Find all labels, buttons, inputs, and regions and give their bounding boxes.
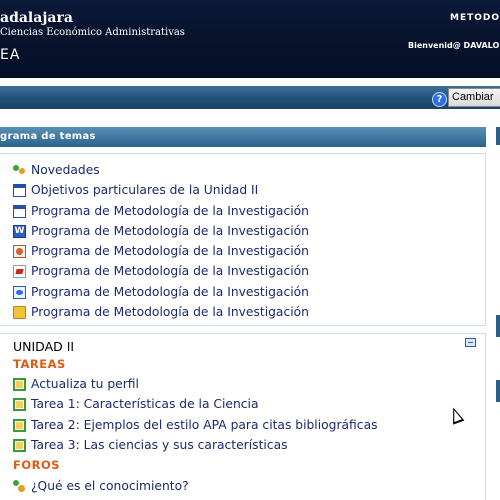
- right-block-header: [496, 380, 500, 402]
- list-item[interactable]: Tarea 1: Características de la Ciencia: [13, 394, 259, 414]
- item-label: Programa de Metodología de la Investigac…: [31, 285, 309, 299]
- item-label: Programa de Metodología de la Investigac…: [31, 224, 309, 238]
- window-icon: [13, 183, 26, 197]
- site-header: adalajara Ciencias Económico Administrat…: [0, 0, 500, 80]
- site-subtitle: Ciencias Económico Administrativas: [0, 27, 185, 38]
- item-label: Actualiza tu perfil: [31, 377, 139, 391]
- list-item[interactable]: Programa de Metodología de la Investigac…: [13, 201, 309, 221]
- navigation-bar: [0, 86, 500, 109]
- forum-users-icon: [13, 164, 26, 177]
- list-item[interactable]: Programa de Metodología de la Investigac…: [13, 261, 309, 281]
- powerpoint-icon: [13, 244, 26, 258]
- forums-label: FOROS: [13, 458, 61, 472]
- window-icon: [13, 204, 26, 218]
- list-item[interactable]: Programa de Metodología de la Investigac…: [13, 282, 309, 302]
- topics-block-header: grama de temas: [0, 127, 486, 147]
- list-item[interactable]: Programa de Metodología de la Investigac…: [13, 241, 309, 261]
- collapse-section-icon[interactable]: [465, 338, 476, 347]
- site-title: adalajara: [0, 10, 73, 26]
- item-label: Programa de Metodología de la Investigac…: [31, 204, 309, 218]
- question-circle-icon[interactable]: ?: [432, 92, 447, 107]
- word-doc-icon: W: [13, 224, 26, 238]
- assignment-icon: [13, 418, 26, 432]
- list-item[interactable]: Novedades: [13, 160, 100, 180]
- list-item[interactable]: W Programa de Metodología de la Investig…: [13, 221, 309, 241]
- item-label: Programa de Metodología de la Investigac…: [31, 305, 309, 319]
- list-item[interactable]: ¿Qué es el conocimiento?: [13, 476, 189, 496]
- topics-block-title: grama de temas: [0, 131, 96, 142]
- item-label: Tarea 1: Características de la Ciencia: [31, 397, 259, 411]
- folder-icon: [13, 305, 26, 319]
- welcome-text: Bienvenid@ DAVALO: [408, 41, 500, 50]
- assignment-icon: [13, 397, 26, 411]
- item-label: Tarea 3: Las ciencias y sus característi…: [31, 438, 288, 452]
- unit-title: UNIDAD II: [13, 339, 75, 354]
- site-short-name: EA: [0, 47, 21, 63]
- assignment-icon: [13, 438, 26, 452]
- list-item[interactable]: Programa de Metodología de la Investigac…: [13, 302, 309, 322]
- web-link-icon: [13, 285, 26, 299]
- item-label: Programa de Metodología de la Investigac…: [31, 244, 309, 258]
- forum-icon: [13, 479, 26, 493]
- item-label: Objetivos particulares de la Unidad II: [31, 183, 259, 197]
- item-label: Novedades: [31, 163, 100, 177]
- pdf-icon: [13, 264, 26, 278]
- assignment-icon: [13, 377, 26, 391]
- list-item[interactable]: Tarea 3: Las ciencias y sus característi…: [13, 435, 288, 455]
- change-role-button[interactable]: Cambiar: [448, 88, 500, 107]
- list-item[interactable]: Tarea 2: Ejemplos del estilo APA para ci…: [13, 415, 378, 435]
- header-divider: [0, 78, 500, 80]
- right-block-header: [496, 315, 500, 337]
- item-label: ¿Qué es el conocimiento?: [31, 479, 189, 493]
- right-block-header: [496, 127, 500, 145]
- item-label: Tarea 2: Ejemplos del estilo APA para ci…: [31, 418, 378, 432]
- item-label: Programa de Metodología de la Investigac…: [31, 264, 309, 278]
- list-item[interactable]: Actualiza tu perfil: [13, 374, 139, 394]
- list-item[interactable]: Objetivos particulares de la Unidad II: [13, 180, 258, 200]
- course-title[interactable]: METODOL: [450, 13, 500, 23]
- tasks-label: TAREAS: [13, 357, 66, 371]
